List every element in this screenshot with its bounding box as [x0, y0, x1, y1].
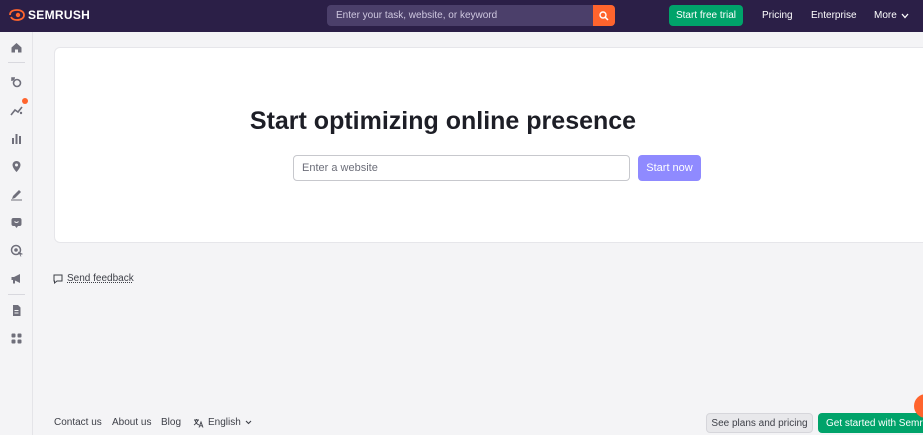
content-icon[interactable] — [9, 187, 24, 202]
logo-text: SEMRUSH — [28, 8, 91, 22]
nav-pricing[interactable]: Pricing — [762, 10, 793, 21]
search-input[interactable] — [327, 5, 593, 26]
sidebar-divider — [8, 294, 25, 295]
footer-contact-link[interactable]: Contact us — [54, 417, 102, 428]
page-title: Start optimizing online presence — [249, 107, 637, 135]
start-now-button[interactable]: Start now — [638, 155, 701, 181]
sidebar-divider — [8, 62, 25, 63]
semrush-logo[interactable]: SEMRUSH — [9, 8, 90, 22]
advertising-icon[interactable] — [9, 243, 24, 258]
pin-icon[interactable] — [9, 159, 24, 174]
language-selector[interactable]: English — [193, 417, 252, 428]
footer-about-link[interactable]: About us — [112, 417, 151, 428]
top-navigation-bar: SEMRUSH Start free trial Pricing Enterpr… — [0, 0, 923, 32]
search-icon — [599, 10, 609, 21]
apps-icon[interactable] — [9, 331, 24, 346]
report-icon[interactable] — [9, 303, 24, 318]
chevron-down-icon — [901, 13, 909, 18]
home-icon[interactable] — [9, 40, 24, 55]
nav-more-label: More — [874, 10, 897, 21]
send-feedback-label: Send feedback — [67, 273, 134, 284]
send-feedback-link[interactable]: Send feedback — [53, 273, 134, 284]
website-input[interactable] — [293, 155, 630, 181]
notification-badge — [22, 98, 28, 104]
seo-icon[interactable] — [9, 75, 24, 90]
footer-blog-link[interactable]: Blog — [161, 417, 181, 428]
see-plans-button[interactable]: See plans and pricing — [706, 413, 813, 433]
get-started-button[interactable]: Get started with Semrush — [818, 413, 923, 433]
chevron-down-icon — [245, 420, 252, 425]
sidebar — [0, 32, 33, 435]
social-icon[interactable] — [9, 215, 24, 230]
feedback-icon — [53, 274, 63, 284]
pr-icon[interactable] — [9, 271, 24, 286]
semrush-flame-icon — [9, 9, 25, 21]
search-button[interactable] — [593, 5, 615, 26]
translate-icon — [193, 418, 204, 428]
start-card — [54, 47, 923, 243]
nav-more[interactable]: More — [874, 10, 909, 21]
start-free-trial-button[interactable]: Start free trial — [669, 5, 743, 26]
nav-enterprise[interactable]: Enterprise — [811, 10, 857, 21]
global-search — [327, 5, 615, 26]
language-label: English — [208, 417, 241, 428]
